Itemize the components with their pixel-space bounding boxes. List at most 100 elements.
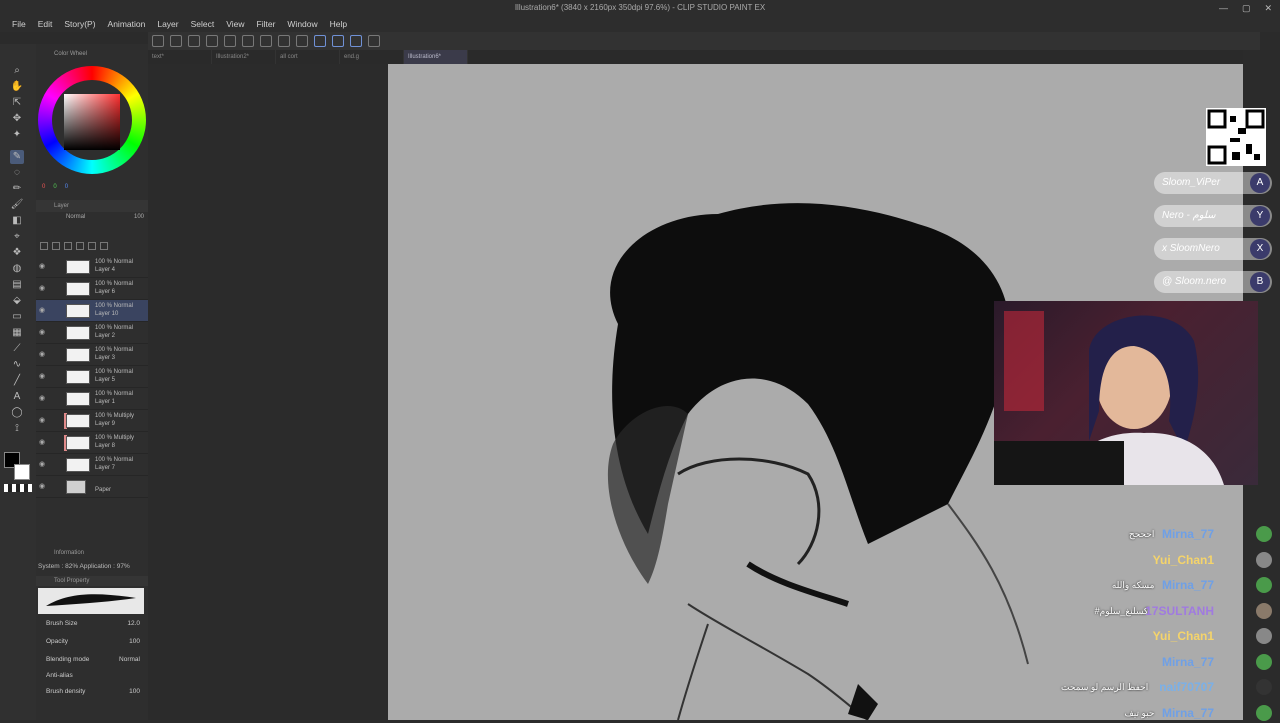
visibility-eye-icon[interactable]: ◉ (39, 262, 45, 270)
text-icon[interactable]: A (10, 390, 24, 404)
visibility-eye-icon[interactable]: ◉ (39, 394, 45, 402)
chat-avatar-icon (1256, 551, 1272, 568)
menu-window[interactable]: Window (281, 16, 323, 32)
visibility-eye-icon[interactable]: ◉ (39, 350, 45, 358)
curve-icon[interactable]: ∿ (10, 358, 24, 372)
sub-color-swatch[interactable] (14, 464, 30, 480)
settings-icon[interactable] (368, 35, 380, 47)
new-raster-layer-icon[interactable] (40, 242, 48, 250)
clip-studio-icon[interactable] (152, 35, 164, 47)
close-button[interactable]: ✕ (1264, 0, 1272, 16)
brush-icon[interactable]: 🖌 (10, 198, 24, 212)
layer-row[interactable]: ◉ Paper (36, 476, 148, 498)
layer-row[interactable]: ◉ 100 % Normal Layer 6 (36, 278, 148, 300)
menu-edit[interactable]: Edit (32, 16, 59, 32)
auto-select-icon[interactable]: ✦ (10, 128, 24, 142)
layer-row[interactable]: ◉ 100 % Multiply Layer 9 (36, 410, 148, 432)
chat-avatar-icon (1256, 679, 1272, 695)
undo-icon[interactable] (224, 35, 236, 47)
merge-layer-icon[interactable] (88, 242, 96, 250)
color-square-picker[interactable] (64, 94, 120, 150)
move-icon[interactable]: ✥ (10, 112, 24, 126)
layer-row[interactable]: ◉ 100 % Normal Layer 10 (36, 300, 148, 322)
layer-row[interactable]: ◉ 100 % Normal Layer 3 (36, 344, 148, 366)
menu-view[interactable]: View (220, 16, 250, 32)
blending-mode-row[interactable]: Blending mode Normal (46, 656, 144, 663)
delete-layer-icon[interactable] (100, 242, 108, 250)
frame-icon[interactable]: ▦ (10, 326, 24, 340)
layer-row[interactable]: ◉ 100 % Normal Layer 4 (36, 256, 148, 278)
tab-end-g[interactable]: end.g (340, 50, 404, 64)
transparent-color-swatch[interactable] (4, 484, 32, 492)
visibility-eye-icon[interactable]: ◉ (39, 284, 45, 292)
brush-density-row[interactable]: Brush density 100 (46, 688, 144, 695)
menu-filter[interactable]: Filter (251, 16, 282, 32)
blend-icon[interactable]: ◍ (10, 262, 24, 276)
pencil-icon[interactable]: ✏ (10, 182, 24, 196)
layer-thumbnail (66, 348, 90, 362)
blend-mode-select[interactable]: Normal (66, 214, 85, 220)
menu-layer[interactable]: Layer (151, 16, 184, 32)
opacity-value[interactable]: 100 (129, 638, 140, 645)
brush-density-value[interactable]: 100 (129, 688, 140, 695)
layer-row[interactable]: ◉ 100 % Normal Layer 1 (36, 388, 148, 410)
ruler-icon[interactable]: ⟋ (10, 342, 24, 356)
new-vector-layer-icon[interactable] (52, 242, 60, 250)
operation-icon[interactable]: ⇱ (10, 96, 24, 110)
layer-row[interactable]: ◉ 100 % Normal Layer 2 (36, 322, 148, 344)
visibility-eye-icon[interactable]: ◉ (39, 438, 45, 446)
zoom-icon[interactable]: ⌕ (10, 64, 24, 78)
menu-animation[interactable]: Animation (102, 16, 152, 32)
new-file-icon[interactable] (170, 35, 182, 47)
save-icon[interactable] (206, 35, 218, 47)
balloon-icon[interactable]: ◯ (10, 406, 24, 420)
open-file-icon[interactable] (188, 35, 200, 47)
menu-story[interactable]: Story(P) (58, 16, 101, 32)
menu-select[interactable]: Select (185, 16, 221, 32)
figure-icon[interactable]: ▭ (10, 310, 24, 324)
eraser-icon[interactable]: ◧ (10, 214, 24, 228)
tab-illustration6[interactable]: Illustration6* (404, 50, 468, 64)
layer-opacity-value[interactable]: 100 (134, 214, 144, 220)
redo-icon[interactable] (242, 35, 254, 47)
layer-row[interactable]: ◉ 100 % Normal Layer 5 (36, 366, 148, 388)
fill-tool-icon[interactable]: ⬙ (10, 294, 24, 308)
brush-size-row[interactable]: Brush Size 12.0 (46, 620, 144, 627)
layer-row[interactable]: ◉ 100 % Multiply Layer 8 (36, 432, 148, 454)
opacity-row[interactable]: Opacity 100 (46, 638, 144, 645)
visibility-eye-icon[interactable]: ◉ (39, 460, 45, 468)
visibility-eye-icon[interactable]: ◉ (39, 306, 45, 314)
copy-layer-icon[interactable] (76, 242, 84, 250)
layer-row[interactable]: ◉ 100 % Normal Layer 7 (36, 454, 148, 476)
new-folder-icon[interactable] (64, 242, 72, 250)
anti-alias-row[interactable]: Anti-alias (46, 672, 144, 679)
menu-help[interactable]: Help (324, 16, 353, 32)
fill-icon[interactable] (278, 35, 290, 47)
tab-all-cort[interactable]: all cort (276, 50, 340, 64)
transform-icon[interactable] (296, 35, 308, 47)
tab-text[interactable]: text* (148, 50, 212, 64)
social-label: x SloomNero (1162, 243, 1220, 254)
snap-special-ruler-icon[interactable] (332, 35, 344, 47)
visibility-eye-icon[interactable]: ◉ (39, 482, 45, 490)
pen-icon[interactable]: ✎ (10, 150, 24, 164)
tab-illustration2[interactable]: Illustration2* (212, 50, 276, 64)
minimize-button[interactable]: — (1219, 0, 1228, 16)
gradient-icon[interactable]: ▤ (10, 278, 24, 292)
airbrush-icon[interactable]: ⌖ (10, 230, 24, 244)
blending-mode-value[interactable]: Normal (119, 656, 140, 663)
maximize-button[interactable]: ▢ (1242, 0, 1251, 16)
menu-file[interactable]: File (6, 16, 32, 32)
correct-line-icon[interactable]: ⟟ (10, 422, 24, 436)
decoration-icon[interactable]: ❖ (10, 246, 24, 260)
deselect-icon[interactable] (260, 35, 272, 47)
lasso-icon[interactable]: ◌ (10, 166, 24, 180)
snap-grid-icon[interactable] (350, 35, 362, 47)
line-icon[interactable]: ╱ (10, 374, 24, 388)
visibility-eye-icon[interactable]: ◉ (39, 372, 45, 380)
hand-icon[interactable]: ✋ (10, 80, 24, 94)
snap-ruler-icon[interactable] (314, 35, 326, 47)
brush-size-value[interactable]: 12.0 (127, 620, 140, 627)
visibility-eye-icon[interactable]: ◉ (39, 328, 45, 336)
visibility-eye-icon[interactable]: ◉ (39, 416, 45, 424)
